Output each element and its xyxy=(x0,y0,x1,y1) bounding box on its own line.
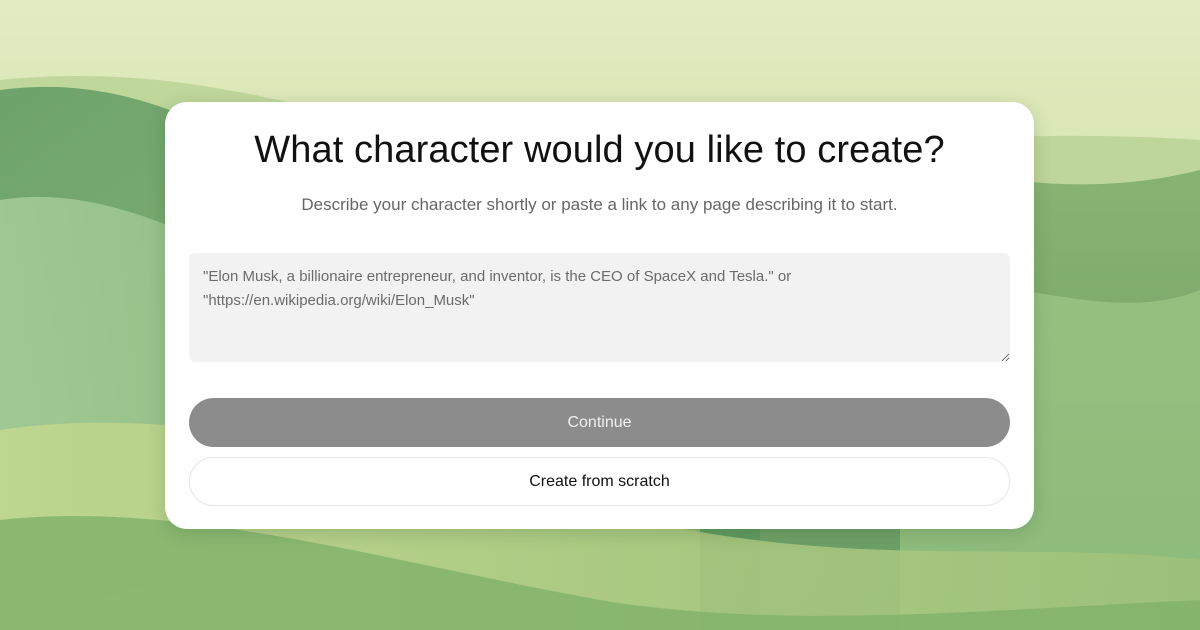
create-from-scratch-button[interactable]: Create from scratch xyxy=(189,457,1010,506)
character-description-input[interactable] xyxy=(189,253,1010,362)
create-character-dialog: What character would you like to create?… xyxy=(165,102,1034,529)
dialog-subtitle: Describe your character shortly or paste… xyxy=(301,195,898,214)
dialog-title: What character would you like to create? xyxy=(254,129,945,171)
continue-button[interactable]: Continue xyxy=(189,398,1010,447)
